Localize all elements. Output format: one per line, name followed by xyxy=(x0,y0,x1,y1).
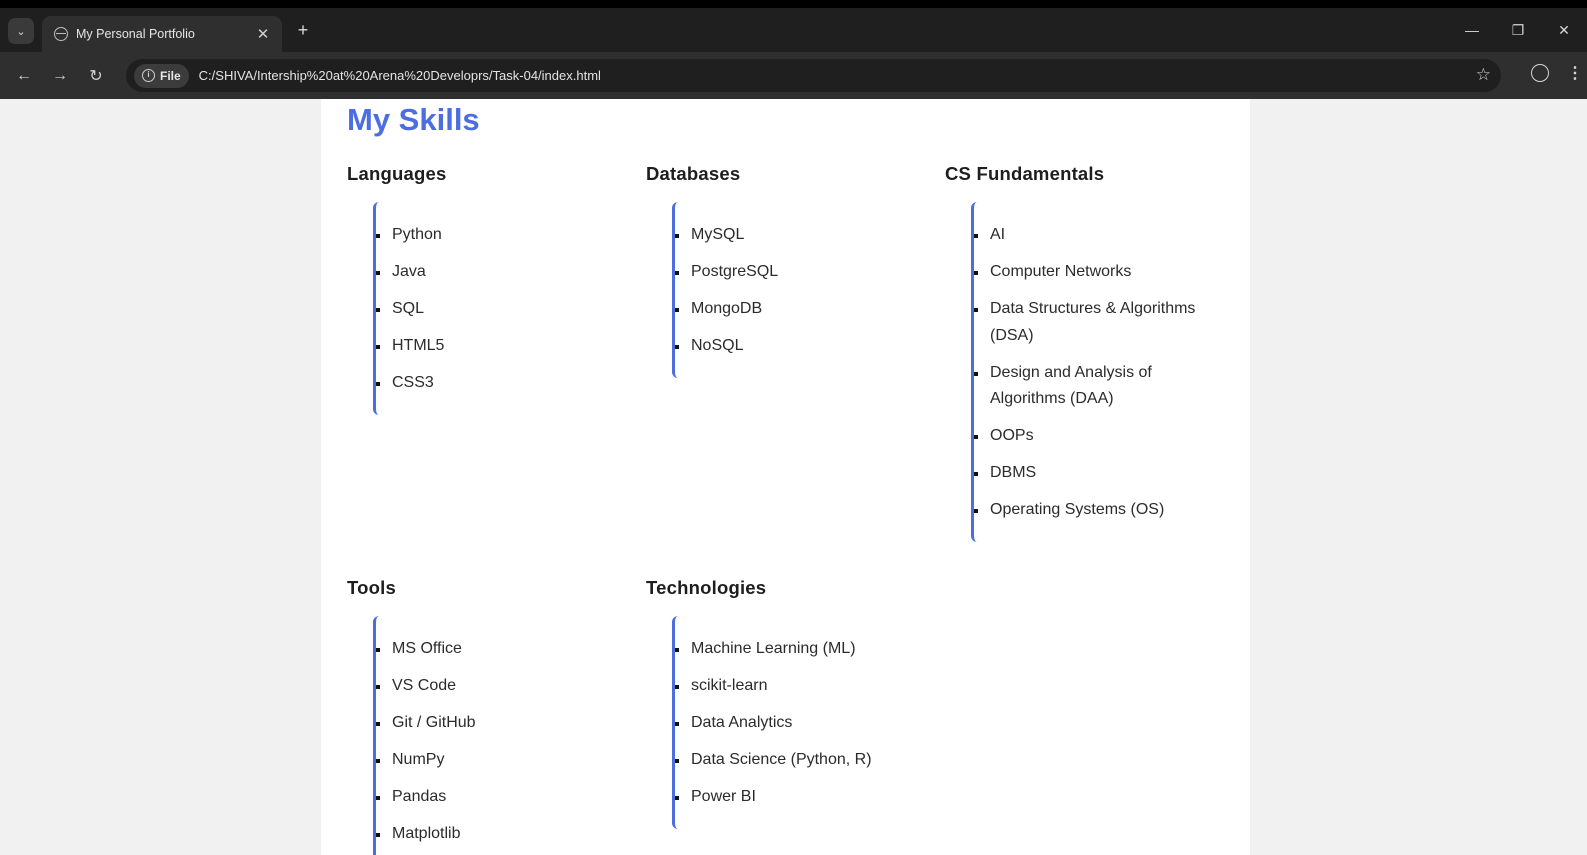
list-item: Data Structures & Algorithms (DSA) xyxy=(974,296,1201,349)
chevron-down-icon: ⌄ xyxy=(16,25,26,38)
skill-group-cs-fundamentals: CS Fundamentals AI Computer Networks Dat… xyxy=(945,163,1235,542)
skill-group-languages: Languages Python Java SQL HTML5 CSS3 xyxy=(347,163,637,415)
list-item: OOPs xyxy=(974,423,1201,450)
list-item: PostgreSQL xyxy=(675,259,902,286)
file-chip-label: File xyxy=(160,68,181,83)
tab-search-button[interactable]: ⌄ xyxy=(8,18,34,44)
skill-list: Machine Learning (ML) scikit-learn Data … xyxy=(672,616,902,829)
group-title: CS Fundamentals xyxy=(945,163,1105,184)
address-bar[interactable]: i File C:/SHIVA/Intership%20at%20Arena%2… xyxy=(126,59,1501,92)
list-item: DBMS xyxy=(974,460,1201,487)
close-tab-icon[interactable]: ✕ xyxy=(254,25,272,43)
skill-group-databases: Databases MySQL PostgreSQL MongoDB NoSQL xyxy=(646,163,936,378)
skill-list: Python Java SQL HTML5 CSS3 xyxy=(373,202,603,415)
bookmark-star-icon[interactable]: ☆ xyxy=(1476,65,1491,85)
skill-list: MS Office VS Code Git / GitHub NumPy Pan… xyxy=(373,616,603,855)
site-info-chip[interactable]: i File xyxy=(134,63,189,88)
list-item: Power BI xyxy=(675,784,902,811)
more-menu-icon[interactable]: ⋮ xyxy=(1567,63,1583,83)
list-item: Design and Analysis of Algorithms (DAA) xyxy=(974,360,1201,413)
list-item: NoSQL xyxy=(675,333,902,360)
list-item: Git / GitHub xyxy=(376,710,603,737)
restore-icon[interactable]: ❐ xyxy=(1495,22,1541,39)
group-title: Technologies xyxy=(646,577,767,598)
reload-icon[interactable]: ↻ xyxy=(78,66,114,86)
list-item: Machine Learning (ML) xyxy=(675,636,902,663)
list-item: Computer Networks xyxy=(974,259,1201,286)
list-item: MySQL xyxy=(675,222,902,249)
close-window-icon[interactable]: ✕ xyxy=(1541,22,1587,39)
list-item: NumPy xyxy=(376,747,603,774)
url-text[interactable]: C:/SHIVA/Intership%20at%20Arena%20Develo… xyxy=(199,68,601,83)
list-item: Pandas xyxy=(376,784,603,811)
list-item: VS Code xyxy=(376,673,603,700)
list-item: CSS3 xyxy=(376,370,603,397)
back-icon[interactable]: ← xyxy=(6,67,42,85)
list-item: Matplotlib xyxy=(376,821,603,848)
skill-group-technologies: Technologies Machine Learning (ML) sciki… xyxy=(646,577,936,829)
browser-tab[interactable]: My Personal Portfolio ✕ xyxy=(42,16,282,52)
list-item: Data Analytics xyxy=(675,710,902,737)
new-tab-button[interactable]: + xyxy=(292,20,314,41)
list-item: HTML5 xyxy=(376,333,603,360)
list-item: MongoDB xyxy=(675,296,902,323)
forward-icon[interactable]: → xyxy=(42,67,78,85)
list-item: Data Science (Python, R) xyxy=(675,747,902,774)
browser-toolbar: ← → ↻ i File C:/SHIVA/Intership%20at%20A… xyxy=(0,52,1587,99)
list-item: MS Office xyxy=(376,636,603,663)
skills-section: My Skills Languages Python Java SQL HTML… xyxy=(321,99,1250,855)
skill-group-tools: Tools MS Office VS Code Git / GitHub Num… xyxy=(347,577,637,855)
list-item: Python xyxy=(376,222,603,249)
list-item: SQL xyxy=(376,296,603,323)
tab-title: My Personal Portfolio xyxy=(76,27,195,41)
skill-list: AI Computer Networks Data Structures & A… xyxy=(971,202,1201,542)
skill-list: MySQL PostgreSQL MongoDB NoSQL xyxy=(672,202,902,378)
list-item: AI xyxy=(974,222,1201,249)
profile-icon[interactable] xyxy=(1531,64,1549,82)
globe-icon xyxy=(54,27,68,41)
list-item: Java xyxy=(376,259,603,286)
list-item: scikit-learn xyxy=(675,673,902,700)
page-title: My Skills xyxy=(347,102,480,137)
minimize-icon[interactable]: — xyxy=(1449,22,1495,38)
page-viewport: My Skills Languages Python Java SQL HTML… xyxy=(0,99,1587,855)
list-item: Operating Systems (OS) xyxy=(974,497,1201,524)
group-title: Languages xyxy=(347,163,447,184)
group-title: Databases xyxy=(646,163,741,184)
window-controls: — ❐ ✕ xyxy=(1449,8,1587,52)
tab-bar: ⌄ My Personal Portfolio ✕ + — ❐ ✕ xyxy=(0,8,1587,52)
window-top-strip xyxy=(0,0,1587,8)
group-title: Tools xyxy=(347,577,396,598)
info-icon: i xyxy=(142,69,155,82)
